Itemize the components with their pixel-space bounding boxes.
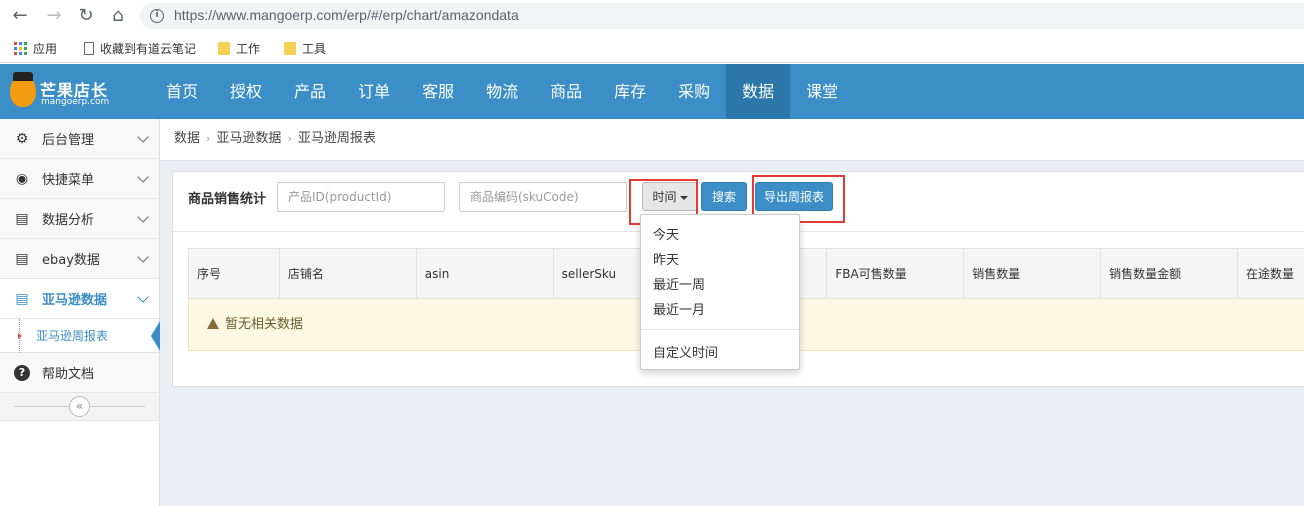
breadcrumb-item[interactable]: 亚马逊数据	[216, 131, 281, 146]
breadcrumb: 数据 › 亚马逊数据 › 亚马逊周报表	[160, 119, 1304, 161]
forward-arrow-icon[interactable]: →	[42, 4, 66, 28]
logo-subtitle: mangoerp.com	[41, 97, 110, 107]
breadcrumb-separator: ›	[287, 132, 292, 145]
bookmark-apps[interactable]: 应用	[14, 40, 57, 57]
nav-products[interactable]: 产品	[278, 64, 342, 119]
bookmarks-bar: 应用 收藏到有道云笔记 工作 工具	[0, 32, 1304, 63]
col-in-transit: 在途数量	[1236, 248, 1304, 299]
report-icon: ▤	[15, 210, 29, 227]
sidebar: ⚙ 后台管理 ◉ 快捷菜单 ▤ 数据分析 ▤ ebay数据 ▤ 亚马逊数据 亚马…	[0, 119, 160, 506]
gear-icon: ⚙	[15, 130, 29, 147]
warning-icon	[207, 318, 219, 371]
sidebar-item-ebay[interactable]: ▤ ebay数据	[0, 239, 159, 279]
back-arrow-icon[interactable]: ←	[8, 4, 32, 28]
bullet-icon	[18, 333, 22, 339]
chevron-down-icon	[137, 211, 149, 223]
home-icon[interactable]: ⌂	[106, 4, 130, 28]
col-sales-amount: 销售数量金额	[1100, 248, 1238, 299]
menu-item-last-week[interactable]: 最近一周	[653, 274, 705, 293]
collapse-sidebar-icon[interactable]: «	[69, 396, 90, 417]
chevron-down-icon	[137, 251, 149, 263]
time-dropdown-menu: 今天 昨天 最近一周 最近一月 自定义时间	[640, 214, 800, 370]
nav-home[interactable]: 首页	[150, 64, 214, 119]
col-fba-available: FBA可售数量	[826, 248, 965, 299]
report-icon: ▤	[15, 250, 29, 267]
active-indicator	[151, 321, 160, 351]
bookmark-tools[interactable]: 工具	[284, 40, 326, 57]
nav-goods[interactable]: 商品	[534, 64, 598, 119]
nav-inventory[interactable]: 库存	[598, 64, 662, 119]
address-bar[interactable]: i https://www.mangoerp.com/erp/#/erp/cha…	[140, 3, 1304, 29]
target-icon: ◉	[15, 170, 29, 187]
chevron-down-icon	[137, 291, 149, 303]
filter-title: 商品销售统计	[188, 192, 267, 207]
breadcrumb-separator: ›	[206, 132, 211, 145]
sidebar-collapse: «	[0, 393, 159, 421]
col-index: 序号	[188, 248, 280, 299]
bookmark-youdao[interactable]: 收藏到有道云笔记	[84, 40, 196, 57]
product-id-input[interactable]: 产品ID(productId)	[277, 182, 445, 212]
info-icon[interactable]: i	[150, 9, 164, 23]
help-icon: ?	[14, 364, 30, 381]
reload-icon[interactable]: ↻	[74, 4, 98, 28]
browser-toolbar: ← → ↻ ⌂ i https://www.mangoerp.com/erp/#…	[0, 0, 1304, 32]
nav-purchase[interactable]: 采购	[662, 64, 726, 119]
folder-icon	[218, 42, 230, 55]
breadcrumb-item: 亚马逊周报表	[297, 131, 376, 146]
chevron-down-icon	[137, 171, 149, 183]
url-text[interactable]: https://www.mangoerp.com/erp/#/erp/chart…	[174, 7, 519, 23]
sidebar-subitem-amazon-weekly[interactable]: 亚马逊周报表	[0, 319, 160, 353]
chevron-down-icon	[137, 131, 149, 143]
col-shop: 店铺名	[278, 248, 417, 299]
document-icon	[84, 42, 94, 55]
sidebar-item-analysis[interactable]: ▤ 数据分析	[0, 199, 159, 239]
top-navbar: 芒果店长 mangoerp.com 首页 授权 产品 订单 客服 物流 商品 库…	[0, 64, 1304, 119]
apps-grid-icon	[14, 42, 27, 55]
menu-item-yesterday[interactable]: 昨天	[653, 249, 679, 268]
sidebar-item-help[interactable]: ? 帮助文档	[0, 353, 159, 393]
nav-logistics[interactable]: 物流	[470, 64, 534, 119]
logo[interactable]: 芒果店长 mangoerp.com	[10, 72, 120, 112]
nav-data[interactable]: 数据	[726, 64, 791, 119]
menu-item-custom-time[interactable]: 自定义时间	[653, 342, 718, 361]
sidebar-item-admin[interactable]: ⚙ 后台管理	[0, 119, 159, 159]
sidebar-item-amazon[interactable]: ▤ 亚马逊数据	[0, 279, 159, 319]
bookmark-work[interactable]: 工作	[218, 40, 260, 57]
main-menu: 首页 授权 产品 订单 客服 物流 商品 库存 采购 数据 课堂	[150, 64, 854, 119]
hat-icon	[13, 72, 33, 81]
nav-auth[interactable]: 授权	[214, 64, 278, 119]
report-icon: ▤	[15, 290, 29, 307]
menu-item-last-month[interactable]: 最近一月	[653, 299, 705, 318]
folder-icon	[284, 42, 296, 55]
nav-service[interactable]: 客服	[406, 64, 470, 119]
col-asin: asin	[415, 248, 554, 299]
search-button[interactable]: 搜索	[701, 182, 747, 211]
menu-divider	[641, 329, 799, 330]
sidebar-item-shortcuts[interactable]: ◉ 快捷菜单	[0, 159, 159, 199]
nav-orders[interactable]: 订单	[342, 64, 406, 119]
menu-item-today[interactable]: 今天	[653, 224, 679, 243]
sku-code-input[interactable]: 商品编码(skuCode)	[459, 182, 627, 212]
col-sales-qty: 销售数量	[963, 248, 1102, 299]
nav-classroom[interactable]: 课堂	[790, 64, 854, 119]
breadcrumb-item[interactable]: 数据	[174, 131, 200, 146]
